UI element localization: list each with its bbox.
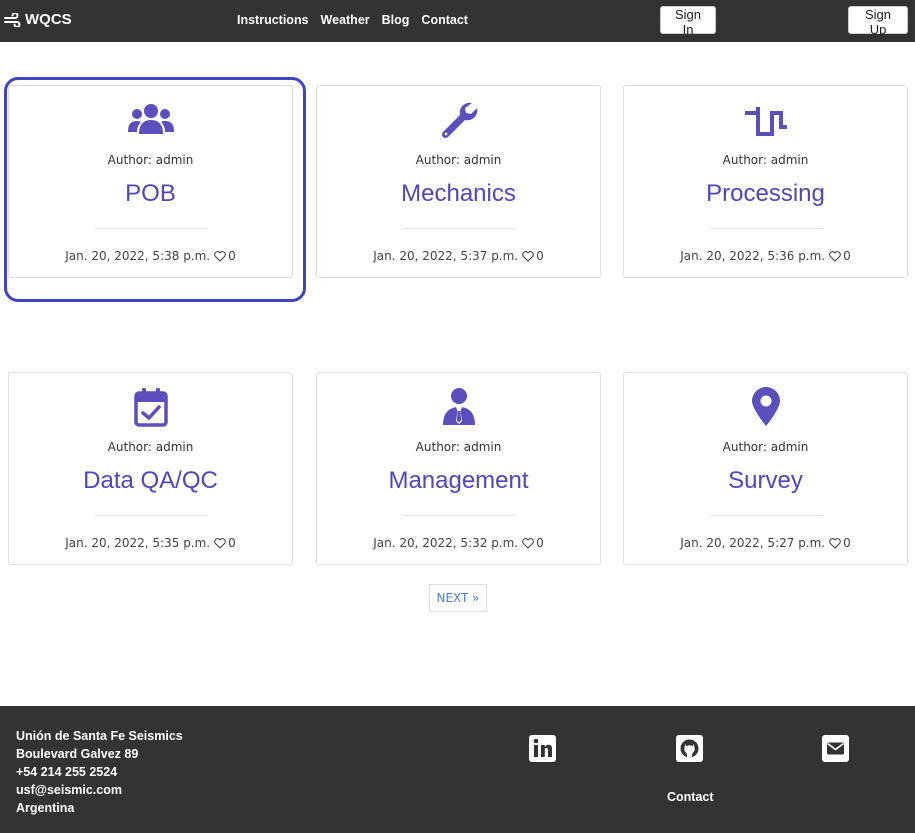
users-icon <box>9 100 292 140</box>
post-card-pob[interactable]: Author: admin POB Jan. 20, 2022, 5:38 p.… <box>8 85 293 278</box>
calendar-check-icon <box>9 387 292 427</box>
like-count: 0 <box>536 249 544 263</box>
phone-number: +54 214 255 2524 <box>16 765 118 779</box>
sign-in-button[interactable]: Sign In <box>660 6 716 37</box>
nav-weather[interactable]: Weather <box>321 13 370 27</box>
post-meta: Jan. 20, 2022, 5:27 p.m. 0 <box>624 536 907 550</box>
square-wave-icon <box>624 100 907 140</box>
post-card-management[interactable]: Author: admin Management Jan. 20, 2022, … <box>316 372 601 565</box>
post-author: Author: admin <box>722 440 809 454</box>
post-meta: Jan. 20, 2022, 5:35 p.m. 0 <box>9 536 292 550</box>
post-title[interactable]: Management <box>317 467 600 495</box>
post-date: Jan. 20, 2022, 5:32 p.m. <box>373 536 519 550</box>
post-author: Author: admin <box>415 440 502 454</box>
wind-logo-icon <box>4 12 21 27</box>
heart-icon[interactable] <box>522 537 534 549</box>
brand-logo[interactable]: WQCS <box>4 11 72 28</box>
email-address: usf@seismic.com <box>16 783 122 797</box>
post-card-mechanics[interactable]: Author: admin Mechanics Jan. 20, 2022, 5… <box>316 85 601 278</box>
email-icon[interactable] <box>822 735 849 762</box>
heart-icon[interactable] <box>214 537 226 549</box>
heart-icon[interactable] <box>214 250 226 262</box>
nav-contact[interactable]: Contact <box>421 13 468 27</box>
post-date: Jan. 20, 2022, 5:38 p.m. <box>65 249 211 263</box>
post-meta: Jan. 20, 2022, 5:38 p.m. 0 <box>9 249 292 263</box>
post-date: Jan. 20, 2022, 5:35 p.m. <box>65 536 211 550</box>
footer: Unión de Santa Fe Seismics Boulevard Gal… <box>0 706 915 833</box>
github-icon[interactable] <box>676 735 703 762</box>
footer-contact-link[interactable]: Contact <box>667 790 714 804</box>
linkedin-icon[interactable] <box>529 735 556 762</box>
post-title[interactable]: Processing <box>624 180 907 208</box>
heart-icon[interactable] <box>522 250 534 262</box>
heart-icon[interactable] <box>829 250 841 262</box>
sign-up-button[interactable]: Sign Up <box>848 6 908 37</box>
post-card-data-qa-qc[interactable]: Author: admin Data QA/QC Jan. 20, 2022, … <box>8 372 293 565</box>
like-count: 0 <box>536 536 544 550</box>
user-tie-icon <box>317 387 600 427</box>
nav-links: Instructions Weather Blog Contact <box>237 13 480 27</box>
divider <box>403 515 516 516</box>
post-meta: Jan. 20, 2022, 5:37 p.m. 0 <box>317 249 600 263</box>
post-title[interactable]: Survey <box>624 467 907 495</box>
nav-blog[interactable]: Blog <box>382 13 410 27</box>
post-date: Jan. 20, 2022, 5:27 p.m. <box>680 536 826 550</box>
next-page-button[interactable]: NEXT » <box>429 584 487 612</box>
divider <box>710 515 823 516</box>
map-marker-icon <box>624 387 907 427</box>
divider <box>95 515 208 516</box>
post-meta: Jan. 20, 2022, 5:32 p.m. 0 <box>317 536 600 550</box>
wrench-icon <box>317 100 600 140</box>
post-card-processing[interactable]: Author: admin Processing Jan. 20, 2022, … <box>623 85 908 278</box>
company-name: Unión de Santa Fe Seismics <box>16 729 183 743</box>
post-title[interactable]: POB <box>9 180 292 208</box>
divider <box>403 228 516 229</box>
post-title[interactable]: Data QA/QC <box>9 467 292 495</box>
like-count: 0 <box>228 536 236 550</box>
post-date: Jan. 20, 2022, 5:36 p.m. <box>680 249 826 263</box>
post-author: Author: admin <box>107 440 194 454</box>
post-author: Author: admin <box>722 153 809 167</box>
post-date: Jan. 20, 2022, 5:37 p.m. <box>373 249 519 263</box>
post-author: Author: admin <box>107 153 194 167</box>
country: Argentina <box>16 801 75 815</box>
post-author: Author: admin <box>415 153 502 167</box>
top-navbar: WQCS Instructions Weather Blog Contact S… <box>0 0 915 42</box>
brand-name: WQCS <box>25 11 72 28</box>
like-count: 0 <box>228 249 236 263</box>
post-card-survey[interactable]: Author: admin Survey Jan. 20, 2022, 5:27… <box>623 372 908 565</box>
post-title[interactable]: Mechanics <box>317 180 600 208</box>
footer-address: Unión de Santa Fe Seismics Boulevard Gal… <box>16 727 183 817</box>
divider <box>710 228 823 229</box>
divider <box>95 228 208 229</box>
nav-instructions[interactable]: Instructions <box>237 13 309 27</box>
street-address: Boulevard Galvez 89 <box>16 747 139 761</box>
heart-icon[interactable] <box>829 537 841 549</box>
post-meta: Jan. 20, 2022, 5:36 p.m. 0 <box>624 249 907 263</box>
like-count: 0 <box>843 249 851 263</box>
like-count: 0 <box>843 536 851 550</box>
